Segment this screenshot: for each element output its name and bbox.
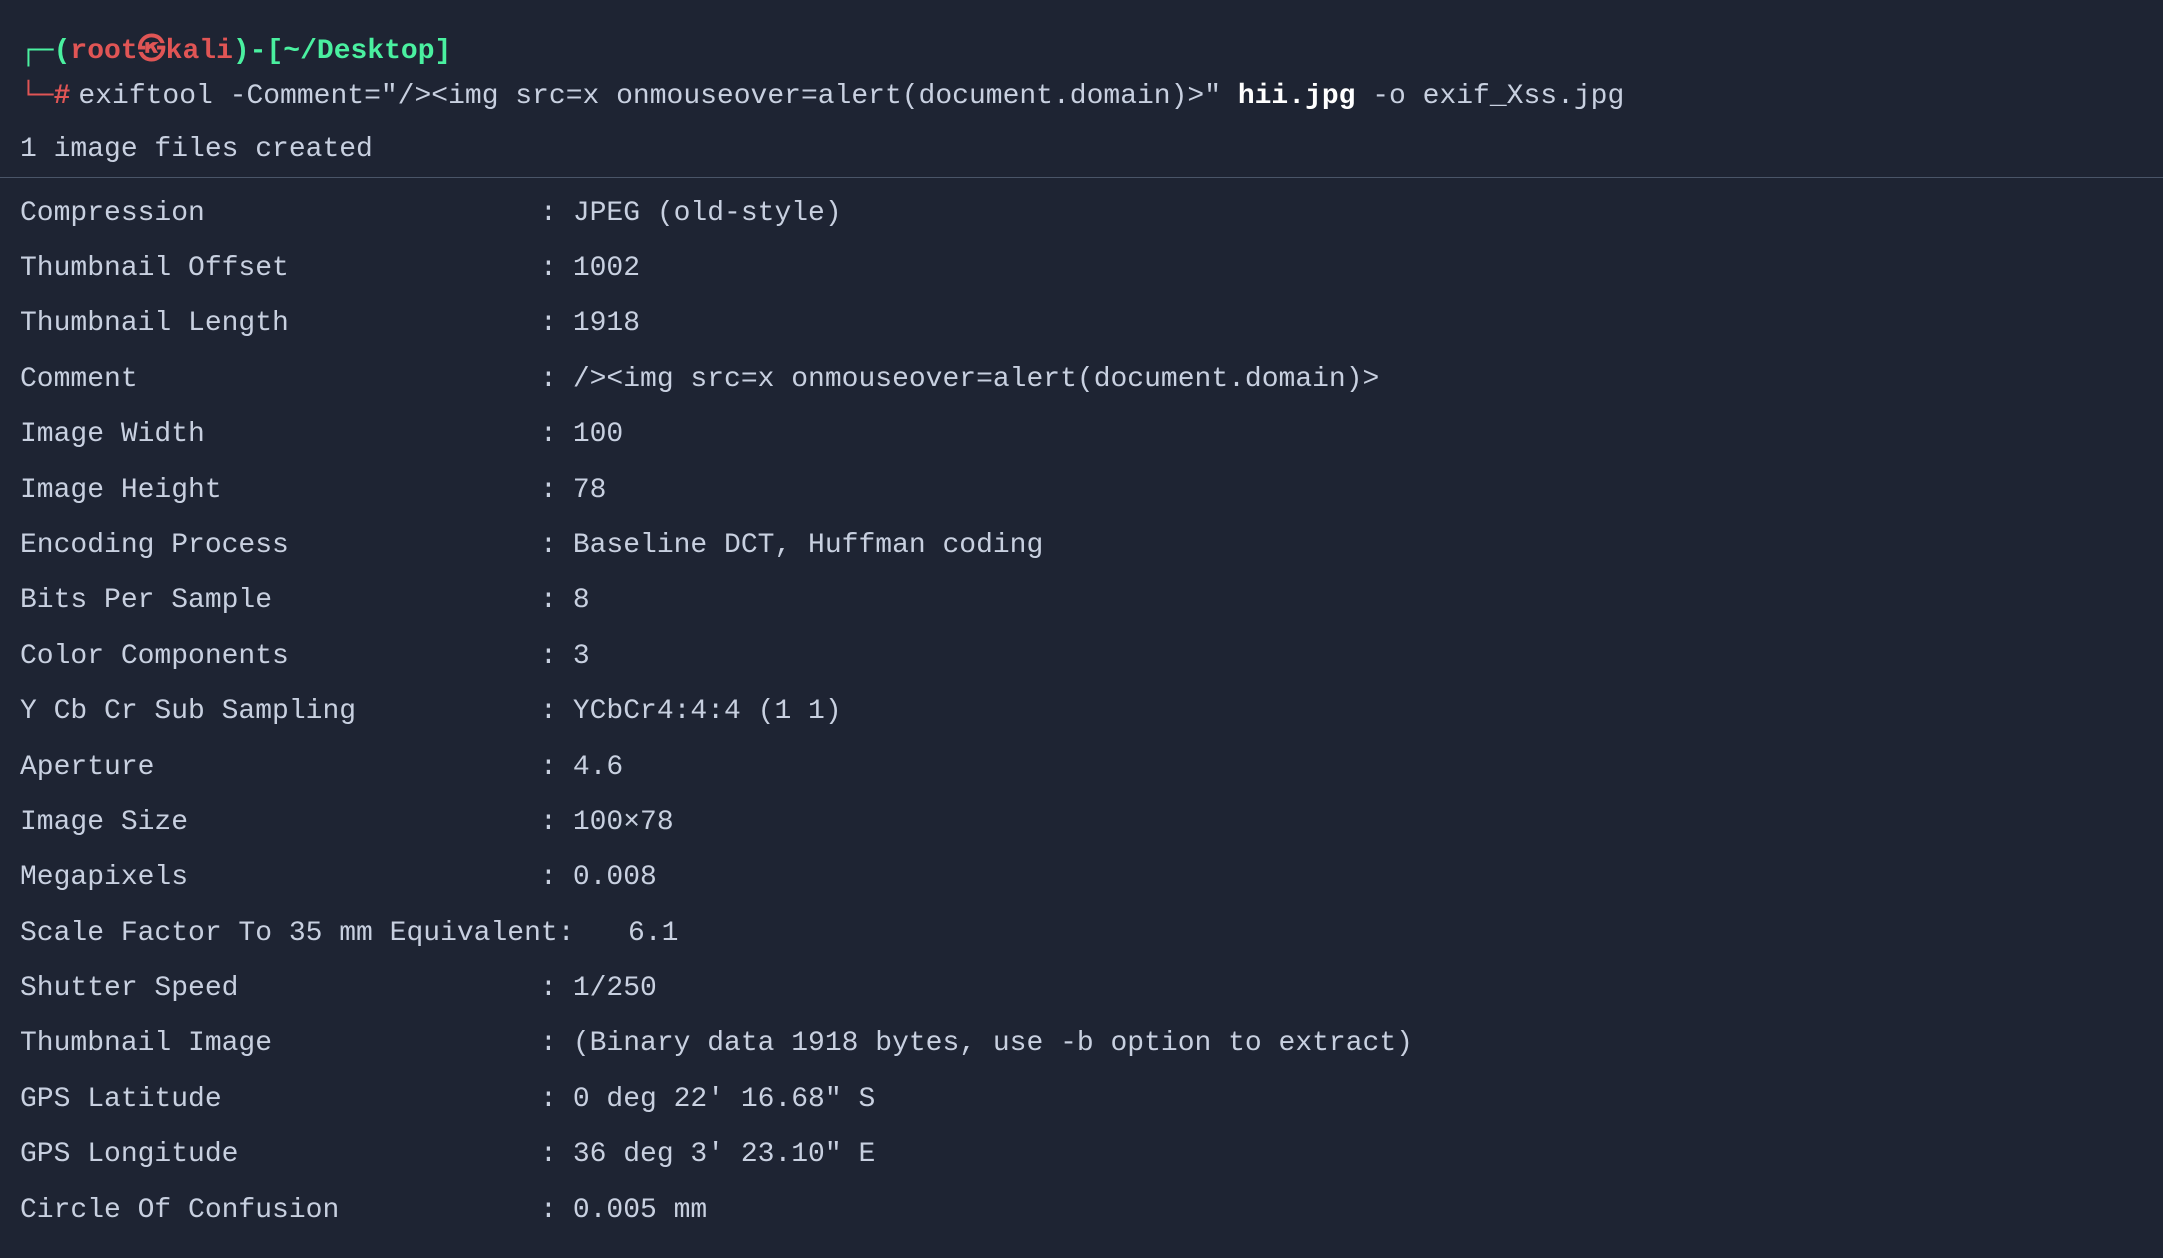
table-row: Thumbnail Image : (Binary data 1918 byte… <box>0 1016 2163 1071</box>
data-colon: : <box>540 1022 557 1065</box>
data-value-ycbcr: YCbCr4:4:4 (1 1) <box>573 690 842 733</box>
table-row: GPS Longitude : 36 deg 3' 23.10" E <box>0 1127 2163 1182</box>
data-colon: : <box>540 746 557 789</box>
section-divider <box>0 177 2163 178</box>
table-row: Compression : JPEG (old-style) <box>0 186 2163 241</box>
data-value-megapixels: 0.008 <box>573 856 657 899</box>
data-key-compression: Compression <box>20 192 540 235</box>
data-value-encoding-process: Baseline DCT, Huffman coding <box>573 524 1043 567</box>
output-line: 1 image files created <box>0 130 2163 169</box>
data-value-image-height: 78 <box>573 469 607 512</box>
data-value-shutter-speed: 1/250 <box>573 967 657 1010</box>
data-key-bits-per-sample: Bits Per Sample <box>20 579 540 622</box>
data-colon: : <box>540 1189 557 1232</box>
table-row: Color Components : 3 <box>0 629 2163 684</box>
data-value-thumbnail-offset: 1002 <box>573 247 640 290</box>
data-value-gps-longitude: 36 deg 3' 23.10" E <box>573 1133 875 1176</box>
data-key-color-components: Color Components <box>20 635 540 678</box>
table-row: Aperture : 4.6 <box>0 740 2163 795</box>
data-colon: : <box>540 192 557 235</box>
data-colon: : <box>540 967 557 1010</box>
data-value-image-width: 100 <box>573 413 623 456</box>
prompt-section: ┌─(root㉿kali)-[~/Desktop] └─# exiftool -… <box>0 20 2163 130</box>
prompt-bracket-close: ] <box>435 30 452 75</box>
table-row: Comment : /><img src=x onmouseover=alert… <box>0 352 2163 407</box>
data-value-gps-latitude: 0 deg 22' 16.68" S <box>573 1078 875 1121</box>
data-colon: : <box>540 1078 557 1121</box>
table-row: Thumbnail Length : 1918 <box>0 296 2163 351</box>
table-row: Image Width : 100 <box>0 407 2163 462</box>
data-colon: : <box>540 524 557 567</box>
data-value-circle-of-confusion: 0.005 mm <box>573 1189 707 1232</box>
data-key-shutter-speed: Shutter Speed <box>20 967 540 1010</box>
terminal-window: ┌─(root㉿kali)-[~/Desktop] └─# exiftool -… <box>0 0 2163 1258</box>
table-row: GPS Latitude : 0 deg 22' 16.68" S <box>0 1072 2163 1127</box>
table-row: Thumbnail Offset : 1002 <box>0 241 2163 296</box>
data-table: Compression : JPEG (old-style) Thumbnail… <box>0 186 2163 1238</box>
data-value-thumbnail-length: 1918 <box>573 302 640 345</box>
table-row: Circle Of Confusion : 0.005 mm <box>0 1183 2163 1238</box>
data-key-image-width: Image Width <box>20 413 540 456</box>
data-colon: : <box>540 302 557 345</box>
prompt-bracket-open: ┌─( <box>20 30 70 75</box>
data-value-image-size: 100×78 <box>573 801 674 844</box>
data-colon: : <box>540 469 557 512</box>
data-key-thumbnail-length: Thumbnail Length <box>20 302 540 345</box>
data-value-thumbnail-image: (Binary data 1918 bytes, use -b option t… <box>573 1022 1413 1065</box>
data-key-aperture: Aperture <box>20 746 540 789</box>
prompt-path: ~/Desktop <box>283 30 434 75</box>
prompt-line1: ┌─(root㉿kali)-[~/Desktop] <box>20 30 2143 75</box>
data-key-circle-of-confusion: Circle Of Confusion <box>20 1189 540 1232</box>
table-row: Encoding Process : Baseline DCT, Huffman… <box>0 518 2163 573</box>
data-value-compression: JPEG (old-style) <box>573 192 842 235</box>
table-row: Image Height : 78 <box>0 463 2163 518</box>
data-value-color-components: 3 <box>573 635 590 678</box>
prompt-line2: └─# exiftool -Comment="/><img src=x onmo… <box>20 75 2143 120</box>
data-colon: : <box>540 856 557 899</box>
data-colon: : <box>540 801 557 844</box>
data-key-thumbnail-image: Thumbnail Image <box>20 1022 540 1065</box>
data-value-aperture: 4.6 <box>573 746 623 789</box>
data-key-ycbcr: Y Cb Cr Sub Sampling <box>20 690 540 733</box>
data-key-encoding-process: Encoding Process <box>20 524 540 567</box>
data-key-megapixels: Megapixels <box>20 856 540 899</box>
data-key-gps-latitude: GPS Latitude <box>20 1078 540 1121</box>
prompt-at: ㉿ <box>138 30 166 75</box>
data-key-thumbnail-offset: Thumbnail Offset <box>20 247 540 290</box>
data-colon: : <box>540 247 557 290</box>
table-row: Shutter Speed : 1/250 <box>0 961 2163 1016</box>
table-row: Megapixels : 0.008 <box>0 850 2163 905</box>
prompt-root: root <box>70 30 137 75</box>
data-key-gps-longitude: GPS Longitude <box>20 1133 540 1176</box>
data-colon: : <box>540 1133 557 1176</box>
prompt-host: kali <box>166 30 233 75</box>
table-row: Y Cb Cr Sub Sampling : YCbCr4:4:4 (1 1) <box>0 684 2163 739</box>
data-key-image-size: Image Size <box>20 801 540 844</box>
table-row: Scale Factor To 35 mm Equivalent: 6.1 <box>0 906 2163 961</box>
data-colon: : <box>540 413 557 456</box>
data-colon: : <box>540 690 557 733</box>
data-colon: : <box>540 579 557 622</box>
prompt-hash: └─# <box>20 75 70 120</box>
data-key-scale-factor: Scale Factor To 35 mm Equivalent: <box>20 912 620 955</box>
data-colon: : <box>540 358 557 401</box>
data-value-comment: /><img src=x onmouseover=alert(document.… <box>573 358 1380 401</box>
table-row: Image Size : 100×78 <box>0 795 2163 850</box>
prompt-bracket-middle: )-[ <box>233 30 283 75</box>
data-value-scale-factor: 6.1 <box>628 912 678 955</box>
command-text: exiftool -Comment="/><img src=x onmouseo… <box>78 75 1624 120</box>
data-key-image-height: Image Height <box>20 469 540 512</box>
command-filename: hii.jpg <box>1238 81 1356 112</box>
data-value-bits-per-sample: 8 <box>573 579 590 622</box>
table-row: Bits Per Sample : 8 <box>0 573 2163 628</box>
data-colon: : <box>540 635 557 678</box>
data-key-comment: Comment <box>20 358 540 401</box>
